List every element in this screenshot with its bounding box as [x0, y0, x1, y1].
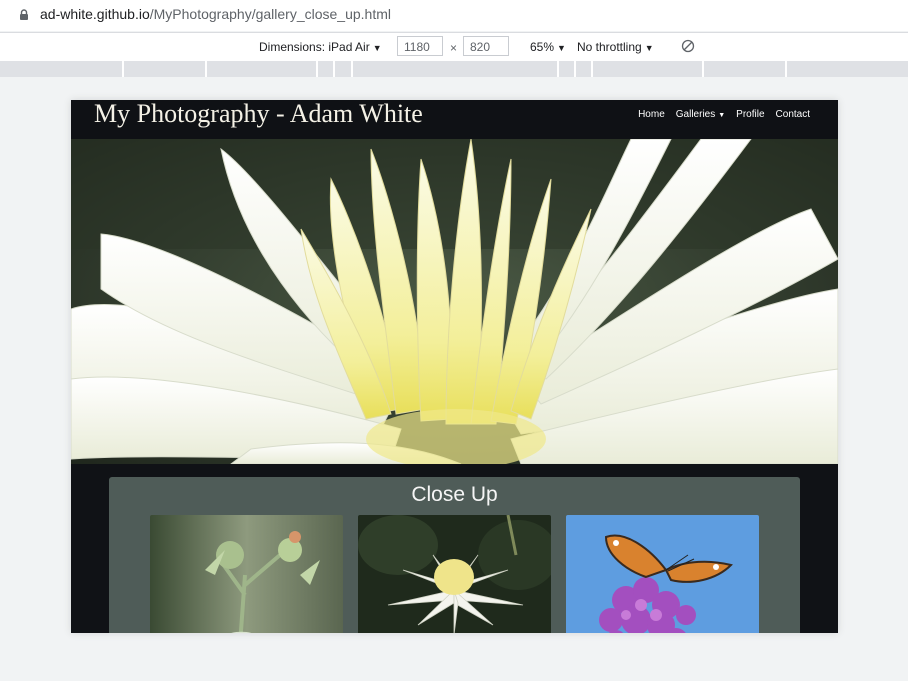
dimensions-dropdown[interactable]: Dimensions: iPad Air ▼ [259, 40, 382, 54]
url-path: /MyPhotography/gallery_close_up.html [149, 6, 391, 22]
times-symbol: × [450, 41, 458, 55]
caret-down-icon: ▼ [557, 43, 566, 53]
ruler-divider [557, 61, 559, 77]
lock-icon [20, 9, 28, 20]
throttling-dropdown[interactable]: No throttling ▼ [577, 40, 654, 54]
throttling-label: No throttling [577, 40, 642, 54]
ruler-divider [333, 61, 335, 77]
nav-galleries-label: Galleries [675, 109, 716, 120]
gallery-title: Close Up [411, 483, 498, 506]
url-text[interactable]: ad-white.github.io/MyPhotography/gallery… [40, 6, 391, 22]
rotate-icon[interactable] [681, 39, 695, 53]
gallery-panel: Close Up [109, 477, 800, 633]
ruler-divider [591, 61, 593, 77]
ruler-divider [574, 61, 576, 77]
device-toolbar: Dimensions: iPad Air ▼ 1180 × 820 65% ▼ No… [0, 32, 908, 62]
nav-links: Home Galleries ▼ Profile Contact [638, 109, 810, 120]
address-bar[interactable]: ad-white.github.io/MyPhotography/gallery… [0, 0, 908, 31]
website-frame: My Photography - Adam White Home Galleri… [71, 100, 838, 633]
ruler-divider [702, 61, 704, 77]
zoom-dropdown[interactable]: 65% ▼ [530, 40, 566, 54]
caret-down-icon: ▼ [718, 112, 726, 119]
ruler-divider [205, 61, 207, 77]
nav-home[interactable]: Home [638, 109, 665, 120]
site-brand[interactable]: My Photography - Adam White [94, 100, 423, 129]
gallery-thumbnail-dahlia[interactable] [358, 515, 551, 633]
dimensions-label: Dimensions: iPad Air [259, 40, 370, 54]
ruler-divider [122, 61, 124, 77]
ruler-divider [785, 61, 787, 77]
nav-contact[interactable]: Contact [776, 109, 810, 120]
gallery-thumbnail-thistle[interactable] [150, 515, 343, 633]
ruler-divider [316, 61, 318, 77]
caret-down-icon: ▼ [644, 43, 654, 53]
nav-profile[interactable]: Profile [736, 109, 764, 120]
caret-down-icon: ▼ [372, 43, 382, 53]
gallery-thumbnail-butterfly[interactable] [566, 515, 759, 633]
nav-galleries[interactable]: Galleries ▼ [676, 109, 725, 120]
height-input[interactable]: 820 [463, 36, 509, 56]
media-query-ruler[interactable] [0, 61, 908, 77]
width-input[interactable]: 1180 [397, 36, 443, 56]
site-navbar: My Photography - Adam White Home Galleri… [71, 100, 838, 139]
url-host: ad-white.github.io [40, 6, 150, 22]
hero-image [71, 139, 838, 464]
zoom-label: 65% [530, 40, 555, 54]
ruler-divider [351, 61, 353, 77]
